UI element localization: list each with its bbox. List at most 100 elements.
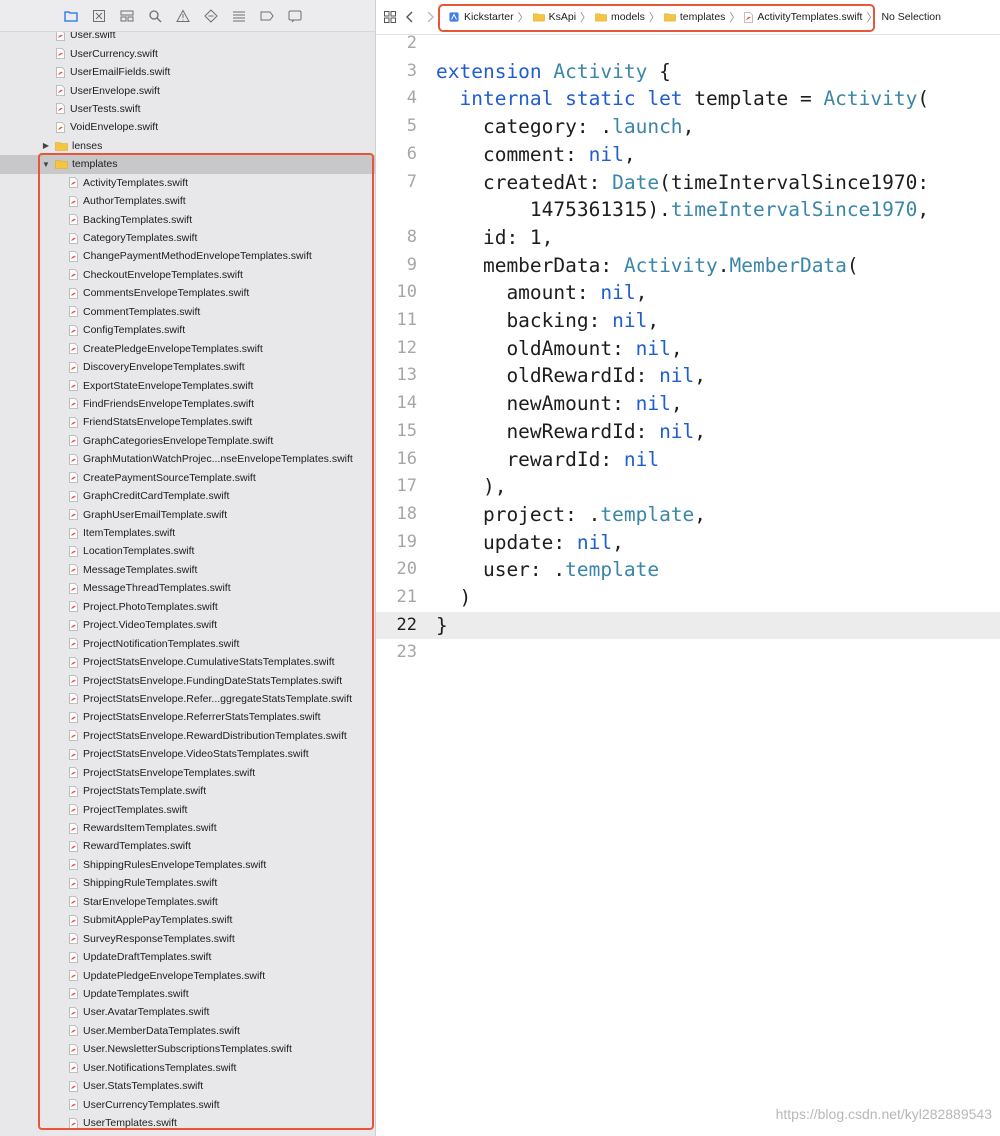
folder-row-templates[interactable]: ▼ templates [0, 155, 375, 174]
line-number: 14 [396, 393, 417, 414]
navigator-test-icon[interactable] [204, 8, 218, 23]
code-token: } [436, 613, 448, 637]
file-row[interactable]: ProjectStatsTemplate.swift [0, 782, 375, 800]
breadcrumb-item[interactable]: models [595, 11, 645, 23]
code-area[interactable]: 2 3 extension Activity {4 internal static… [376, 30, 1000, 667]
file-row[interactable]: User.NotificationsTemplates.swift [0, 1059, 375, 1077]
file-name: User.MemberDataTemplates.swift [83, 1024, 240, 1037]
file-row[interactable]: ConfigTemplates.swift [0, 321, 375, 339]
file-row[interactable]: UserTemplates.swift [0, 1114, 375, 1132]
breadcrumb-item[interactable]: Kickstarter [448, 11, 514, 23]
file-row[interactable]: UserTests.swift [0, 100, 375, 118]
code-text: id: 1, [436, 224, 553, 252]
file-row[interactable]: ShippingRulesEnvelopeTemplates.swift [0, 856, 375, 874]
file-row[interactable]: User.AvatarTemplates.swift [0, 1003, 375, 1021]
file-row[interactable]: SurveyResponseTemplates.swift [0, 929, 375, 947]
file-row[interactable]: ProjectStatsEnvelope.RewardDistributionT… [0, 727, 375, 745]
file-row[interactable]: MessageThreadTemplates.swift [0, 579, 375, 597]
file-row[interactable]: GraphMutationWatchProjec...nseEnvelopeTe… [0, 450, 375, 468]
file-row[interactable]: ProjectStatsEnvelope.VideoStatsTemplates… [0, 745, 375, 763]
file-row[interactable]: ProjectStatsEnvelope.Refer...ggregateSta… [0, 690, 375, 708]
breadcrumb-selection[interactable]: No Selection [881, 11, 941, 23]
file-row[interactable]: Project.VideoTemplates.swift [0, 616, 375, 634]
watermark-text: https://blog.csdn.net/kyl282889543 [775, 1106, 992, 1122]
file-row[interactable]: LocationTemplates.swift [0, 542, 375, 560]
file-row[interactable]: VoidEnvelope.swift [0, 118, 375, 136]
file-row[interactable]: CommentTemplates.swift [0, 303, 375, 321]
navigator-source-control-icon[interactable] [92, 9, 106, 23]
navigator-issue-icon[interactable] [176, 8, 190, 23]
file-row[interactable]: ProjectStatsEnvelopeTemplates.swift [0, 764, 375, 782]
file-row[interactable]: User.MemberDataTemplates.swift [0, 1022, 375, 1040]
code-line: 15 newRewardId: nil, [376, 418, 1000, 446]
file-row[interactable]: ProjectNotificationTemplates.swift [0, 634, 375, 652]
file-row[interactable]: UpdateDraftTemplates.swift [0, 948, 375, 966]
file-row[interactable]: BackingTemplates.swift [0, 210, 375, 228]
file-row[interactable]: UserEnvelope.swift [0, 81, 375, 99]
file-row[interactable]: GraphUserEmailTemplate.swift [0, 505, 375, 523]
navigator-report-icon[interactable] [288, 9, 302, 23]
file-row[interactable]: User.NewsletterSubscriptionsTemplates.sw… [0, 1040, 375, 1058]
swift-file-icon [69, 1025, 78, 1037]
file-row[interactable]: UserEmailFields.swift [0, 63, 375, 81]
file-row[interactable]: ItemTemplates.swift [0, 524, 375, 542]
code-text: ), [436, 473, 507, 501]
breadcrumb-item[interactable]: templates [664, 11, 725, 23]
file-row[interactable]: ActivityTemplates.swift [0, 174, 375, 192]
file-row[interactable]: GraphCategoriesEnvelopeTemplate.swift [0, 432, 375, 450]
code-token: update: [436, 530, 577, 554]
file-row[interactable]: StarEnvelopeTemplates.swift [0, 893, 375, 911]
file-row[interactable]: RewardTemplates.swift [0, 837, 375, 855]
file-row[interactable]: CreatePledgeEnvelopeTemplates.swift [0, 339, 375, 357]
related-items-icon[interactable] [380, 7, 400, 27]
breadcrumb-item[interactable]: ActivityTemplates.swift [744, 11, 862, 23]
file-row[interactable]: DiscoveryEnvelopeTemplates.swift [0, 358, 375, 376]
code-token: category: . [436, 115, 613, 139]
navigator-find-icon[interactable] [148, 9, 162, 23]
file-row[interactable]: SubmitApplePayTemplates.swift [0, 911, 375, 929]
navigator-debug-icon[interactable] [232, 9, 246, 23]
file-row[interactable]: CategoryTemplates.swift [0, 229, 375, 247]
code-token: , [694, 502, 707, 526]
back-icon[interactable] [400, 7, 420, 27]
file-row[interactable]: ProjectStatsEnvelope.CumulativeStatsTemp… [0, 653, 375, 671]
file-row[interactable]: Project.PhotoTemplates.swift [0, 598, 375, 616]
swift-file-icon [69, 361, 78, 373]
navigator-folder-icon[interactable] [64, 9, 78, 23]
file-row[interactable]: CommentsEnvelopeTemplates.swift [0, 284, 375, 302]
breadcrumb-item[interactable]: KsApi [532, 11, 576, 23]
file-row[interactable]: RewardsItemTemplates.swift [0, 819, 375, 837]
file-row[interactable]: ChangePaymentMethodEnvelopeTemplates.swi… [0, 247, 375, 265]
file-name: CategoryTemplates.swift [83, 232, 198, 245]
file-name: MessageThreadTemplates.swift [83, 582, 231, 595]
file-row[interactable]: FindFriendsEnvelopeTemplates.swift [0, 395, 375, 413]
file-row[interactable]: ProjectStatsEnvelope.ReferrerStatsTempla… [0, 708, 375, 726]
code-text: ) [436, 584, 471, 612]
code-line: 10 amount: nil, [376, 279, 1000, 307]
file-row[interactable]: AuthorTemplates.swift [0, 192, 375, 210]
file-row[interactable]: User.StatsTemplates.swift [0, 1077, 375, 1095]
file-row[interactable]: MessageTemplates.swift [0, 561, 375, 579]
file-row[interactable]: ShippingRuleTemplates.swift [0, 874, 375, 892]
file-row[interactable]: UpdateTemplates.swift [0, 985, 375, 1003]
code-token: , [694, 419, 707, 443]
file-row[interactable]: CreatePaymentSourceTemplate.swift [0, 469, 375, 487]
file-row[interactable]: ProjectTemplates.swift [0, 800, 375, 818]
breadcrumb-chevron-icon: 〉 [517, 12, 529, 24]
file-row[interactable]: UserCurrency.swift [0, 44, 375, 62]
disclosure-closed-icon[interactable]: ▶ [41, 141, 51, 150]
file-name: MessageTemplates.swift [83, 563, 198, 576]
file-row[interactable]: FriendStatsEnvelopeTemplates.swift [0, 413, 375, 431]
code-token: nil [635, 336, 671, 360]
file-row[interactable]: UserCurrencyTemplates.swift [0, 1095, 375, 1113]
navigator-breakpoint-icon[interactable] [260, 9, 274, 23]
forward-icon[interactable] [420, 7, 440, 27]
file-row[interactable]: UpdatePledgeEnvelopeTemplates.swift [0, 966, 375, 984]
file-row[interactable]: ProjectStatsEnvelope.FundingDateStatsTem… [0, 671, 375, 689]
file-row[interactable]: ExportStateEnvelopeTemplates.swift [0, 376, 375, 394]
folder-row-lenses[interactable]: ▶ lenses [0, 137, 375, 155]
file-row[interactable]: GraphCreditCardTemplate.swift [0, 487, 375, 505]
navigator-symbol-icon[interactable] [120, 9, 134, 23]
disclosure-open-icon[interactable]: ▼ [41, 160, 51, 169]
file-row[interactable]: CheckoutEnvelopeTemplates.swift [0, 266, 375, 284]
